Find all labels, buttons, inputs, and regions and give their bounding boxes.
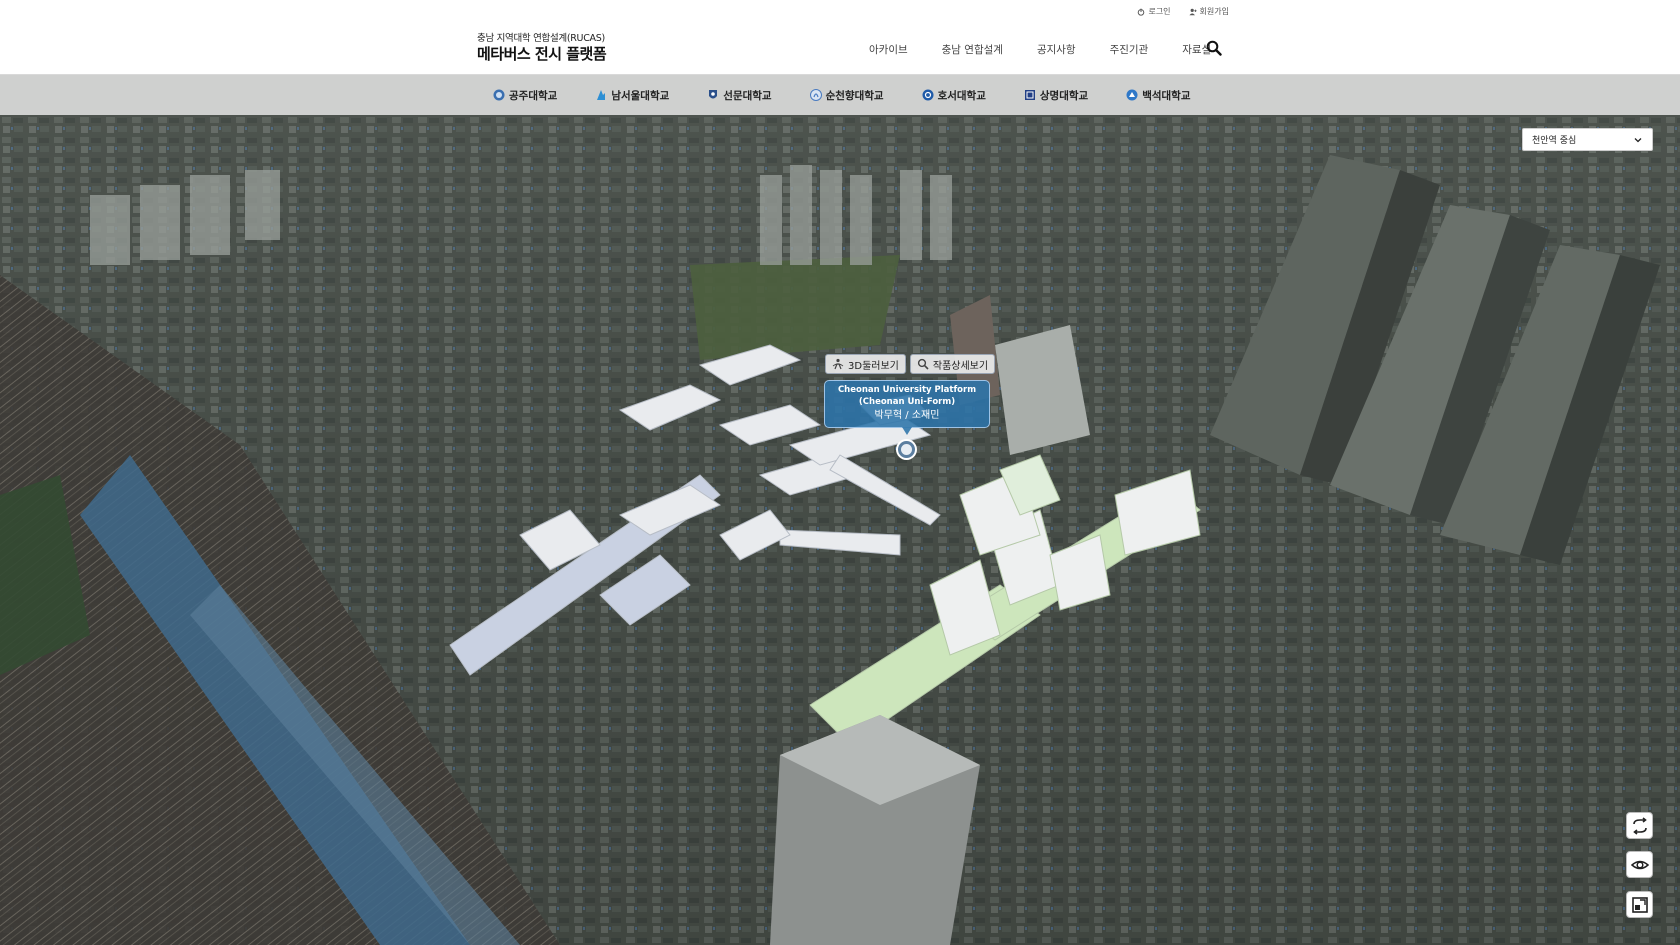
view-toggle-button[interactable] [1626,851,1653,878]
project-info-card[interactable]: Cheonan University Platform (Cheonan Uni… [824,380,990,428]
rotate-icon [1632,816,1647,835]
work-detail-label: 작품상세보기 [932,360,989,372]
hoseo-emblem-icon [922,89,934,101]
location-pin-icon[interactable] [898,441,915,458]
minimap-icon [1631,896,1648,913]
tab-label: 백석대학교 [1142,89,1191,102]
location-select-value: 천안역 중심 [1532,136,1577,146]
popup-actions: 3D둘러보기 작품상세보기 [825,354,996,374]
main-nav: 아카이브 충남 연합설계 공지사항 주진기관 자료실 [869,42,1245,57]
tab-namseoul[interactable]: 남서울대학교 [595,88,669,103]
nav-item-union-design[interactable]: 충남 연합설계 [942,42,1003,57]
chevron-down-icon [1634,137,1642,142]
magnifier-icon [917,358,929,370]
kongju-emblem-icon [493,89,505,101]
view-3d-button[interactable]: 3D둘러보기 [825,354,906,374]
sunmoon-emblem-icon [709,90,718,99]
minimap-button[interactable] [1626,891,1653,918]
work-detail-button[interactable]: 작품상세보기 [909,354,996,374]
tab-sunmoon[interactable]: 선문대학교 [707,88,772,103]
signup-label: 회원가입 [1199,7,1229,16]
nav-item-notice[interactable]: 공지사항 [1037,42,1076,57]
tab-label: 상명대학교 [1039,89,1089,102]
tab-kongju[interactable]: 공주대학교 [493,88,557,103]
tab-soonchunhyang[interactable]: 순천향대학교 [809,88,884,103]
tab-sangmyung[interactable]: 상명대학교 [1024,88,1088,103]
login-link[interactable]: 로그인 [1137,6,1171,17]
walk-view-icon [832,358,844,370]
nav-item-archive[interactable]: 아카이브 [869,42,908,57]
logo-title: 메타버스 전시 플랫폼 [477,45,607,63]
signup-link[interactable]: 회원가입 [1188,6,1229,17]
eye-icon [1630,860,1649,869]
logo-subtitle: 충남 지역대학 연합설계(RUCAS) [477,33,605,44]
user-add-icon [1188,8,1197,15]
search-icon[interactable] [1206,40,1222,56]
tab-hoseo[interactable]: 호서대학교 [922,88,986,103]
location-select[interactable]: 천안역 중심 [1522,128,1653,151]
rotate-view-button[interactable] [1626,812,1653,839]
tab-label: 남서울대학교 [611,89,670,102]
soonchunhyang-emblem-icon [809,89,822,101]
power-icon [1138,8,1145,16]
nav-item-organizer[interactable]: 주진기관 [1110,42,1149,57]
namseoul-emblem-icon [597,90,606,100]
view-3d-label: 3D둘러보기 [848,360,899,372]
site-logo[interactable]: 충남 지역대학 연합설계(RUCAS) 메타버스 전시 플랫폼 [477,33,607,63]
project-subtitle-en: (Cheonan Uni-Form) [858,397,956,407]
tab-label: 호서대학교 [937,89,986,102]
site-header: 로그인 회원가입 충남 지역대학 연합설계(RUCAS) 메타버스 전시 플랫폼… [0,0,1680,75]
popup-pointer [902,427,912,435]
tab-baekseok[interactable]: 백석대학교 [1126,88,1191,103]
tab-label: 공주대학교 [509,89,558,102]
tab-label: 순천향대학교 [825,89,884,102]
map-3d-viewport[interactable] [0,115,1680,945]
project-authors: 박무혁 / 소재민 [874,410,940,421]
sangmyung-emblem-icon [1024,90,1035,100]
utility-links: 로그인 회원가입 [1137,6,1229,17]
university-tab-bar: 공주대학교 남서울대학교 선문대학교 순천향대학교 호서대학교 상명대학교 백석… [0,75,1680,115]
project-title-en: Cheonan University Platform [837,385,977,395]
aerial-scene [0,115,1680,945]
login-label: 로그인 [1148,7,1171,16]
baekseok-emblem-icon [1126,89,1138,101]
tab-label: 선문대학교 [723,89,772,102]
